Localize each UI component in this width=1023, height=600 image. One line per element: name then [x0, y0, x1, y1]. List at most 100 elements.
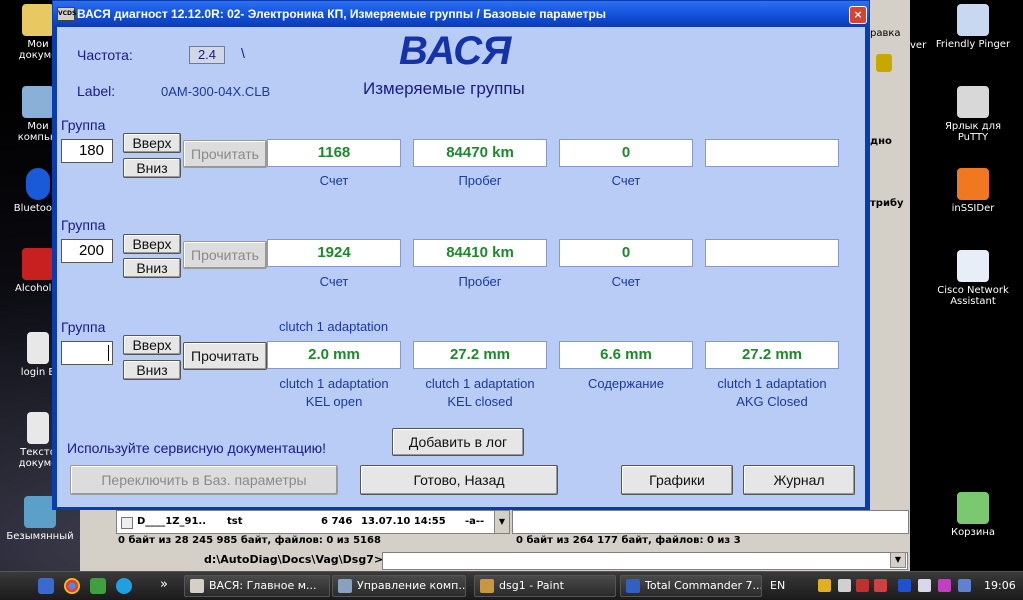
- inssider-icon: [957, 168, 989, 200]
- read-button[interactable]: Прочитать: [183, 241, 267, 269]
- group-header-note: clutch 1 adaptation: [279, 319, 389, 334]
- title-bar[interactable]: VCDS ВАСЯ диагност 12.12.0R: 02- Электро…: [53, 1, 869, 27]
- command-dropdown-icon[interactable]: ▼: [890, 552, 906, 568]
- value-field: 1168: [267, 139, 401, 167]
- vasya-window: VCDS ВАСЯ диагност 12.12.0R: 02- Электро…: [52, 0, 870, 510]
- tray-app-icon[interactable]: [938, 579, 951, 592]
- putty-icon: [957, 86, 989, 118]
- paint-icon: [480, 579, 494, 593]
- value-caption: clutch 1 adaptation: [425, 376, 535, 391]
- computer-icon: [22, 86, 54, 118]
- value-caption: Счет: [611, 274, 641, 289]
- group-down-button[interactable]: Вниз: [123, 158, 181, 178]
- network-warning-icon[interactable]: [856, 579, 869, 592]
- bluetooth-tray-icon[interactable]: [898, 579, 911, 592]
- value-field: 27.2 mm: [413, 341, 547, 369]
- network-icon: [957, 4, 989, 36]
- alcohol-icon: [22, 248, 54, 280]
- bluetooth-icon: [26, 168, 50, 200]
- text-cursor: [108, 345, 109, 361]
- desktop-icon-cisco[interactable]: Cisco Network Assistant: [933, 250, 1013, 307]
- page-title: Измеряемые группы: [363, 79, 525, 98]
- desktop-icon-inssider[interactable]: inSSIDer: [933, 168, 1013, 214]
- service-doc-note: Используйте сервисную документацию!: [67, 440, 327, 456]
- value-caption-line2: KEL closed: [447, 394, 513, 409]
- folder-icon: [22, 4, 54, 36]
- done-back-button[interactable]: Готово, Назад: [360, 465, 558, 495]
- quicklaunch-chevron[interactable]: »: [160, 577, 168, 592]
- recycle-bin-icon: [957, 492, 989, 524]
- close-button[interactable]: ×: [849, 6, 867, 24]
- column-fragment-1: дно: [870, 136, 892, 147]
- vasya-icon: [190, 579, 204, 593]
- frequency-label: Частота:: [77, 47, 133, 63]
- command-line: d:\AutoDiag\Docs\Vag\Dsg7> ▼: [116, 551, 908, 570]
- group-number-input[interactable]: 200: [61, 239, 113, 263]
- cisco-icon: [957, 250, 989, 282]
- desktop-icon-recycle-bin[interactable]: Корзина: [933, 492, 1013, 538]
- network-disconnected-icon[interactable]: [838, 579, 851, 592]
- group-number-input[interactable]: [61, 341, 113, 365]
- file-date: 13.07.10 14:55: [361, 516, 446, 527]
- computer-management-icon: [338, 579, 352, 593]
- shield-icon[interactable]: [818, 579, 831, 592]
- value-field: 0: [559, 239, 693, 267]
- value-field: [705, 239, 839, 267]
- group-label: Группа: [61, 217, 106, 233]
- command-input[interactable]: [382, 552, 908, 570]
- value-caption: Содержание: [588, 376, 664, 391]
- graphs-button[interactable]: Графики: [621, 465, 733, 495]
- taskbar: » ВАСЯ: Главное м... Управление комп... …: [0, 571, 1023, 600]
- frequency-value: 2.4: [189, 46, 225, 64]
- show-desktop-icon[interactable]: [38, 578, 54, 594]
- frequency-extra: \: [241, 45, 245, 61]
- file-attr: -a--: [465, 516, 485, 527]
- value-field: 1924: [267, 239, 401, 267]
- value-caption: Пробег: [458, 274, 502, 289]
- read-button[interactable]: Прочитать: [183, 342, 267, 370]
- chrome-icon[interactable]: [64, 578, 80, 594]
- alert-icon[interactable]: [874, 579, 887, 592]
- skype-icon[interactable]: [116, 578, 132, 594]
- text-document-icon: [27, 412, 49, 444]
- scroll-down-icon[interactable]: ▼: [494, 511, 509, 533]
- column-fragment-2: трибу: [870, 198, 904, 209]
- document-icon: [27, 332, 49, 364]
- app-icon: VCDS: [57, 7, 76, 21]
- file-ext: tst: [227, 516, 243, 527]
- desktop-icon-putty[interactable]: Ярлык для PuTTY: [933, 86, 1013, 143]
- group-down-button[interactable]: Вниз: [123, 360, 181, 380]
- total-commander-icon: [626, 579, 640, 593]
- journal-button[interactable]: Журнал: [743, 465, 855, 495]
- battery-icon[interactable]: [958, 579, 971, 592]
- file-list-left[interactable]: D____1Z_91.. tst 6 746 13.07.10 14:55 -a…: [116, 510, 510, 534]
- usb-icon[interactable]: [918, 579, 931, 592]
- read-button[interactable]: Прочитать: [183, 140, 267, 168]
- value-caption-line2: KEL open: [305, 394, 363, 409]
- task-vasya[interactable]: ВАСЯ: Главное м...: [184, 575, 330, 597]
- task-total-commander[interactable]: Total Commander 7...: [620, 575, 762, 597]
- switch-basic-params-button[interactable]: Переключить в Баз. параметры: [70, 465, 338, 495]
- value-caption-line2: AKG Closed: [736, 394, 808, 409]
- task-paint[interactable]: dsg1 - Paint: [474, 575, 616, 597]
- window-client: Частота: 2.4 \ Label: 0AM-300-04X.CLB ВА…: [57, 27, 865, 507]
- group-up-button[interactable]: Вверх: [123, 335, 181, 355]
- status-left: 0 байт из 28 245 985 байт, файлов: 0 из …: [118, 535, 381, 546]
- group-up-button[interactable]: Вверх: [123, 234, 181, 254]
- brand-logo: ВАСЯ: [399, 29, 512, 73]
- value-field: 27.2 mm: [705, 341, 839, 369]
- value-field: 84470 km: [413, 139, 547, 167]
- language-indicator[interactable]: EN: [770, 579, 785, 592]
- file-list-right[interactable]: [512, 510, 909, 534]
- group-number-input[interactable]: 180: [61, 139, 113, 163]
- add-to-log-button[interactable]: Добавить в лог: [392, 428, 524, 456]
- clock: 19:06: [984, 579, 1016, 592]
- group-down-button[interactable]: Вниз: [123, 258, 181, 278]
- task-computer-management[interactable]: Управление комп...: [332, 575, 466, 597]
- desktop-icon-friendly-pinger[interactable]: Friendly Pinger: [933, 4, 1013, 50]
- group-up-button[interactable]: Вверх: [123, 133, 181, 153]
- value-caption: Счет: [611, 173, 641, 188]
- value-field: 6.6 mm: [559, 341, 693, 369]
- lock-icon: [876, 54, 892, 72]
- app-launcher-icon[interactable]: [90, 578, 106, 594]
